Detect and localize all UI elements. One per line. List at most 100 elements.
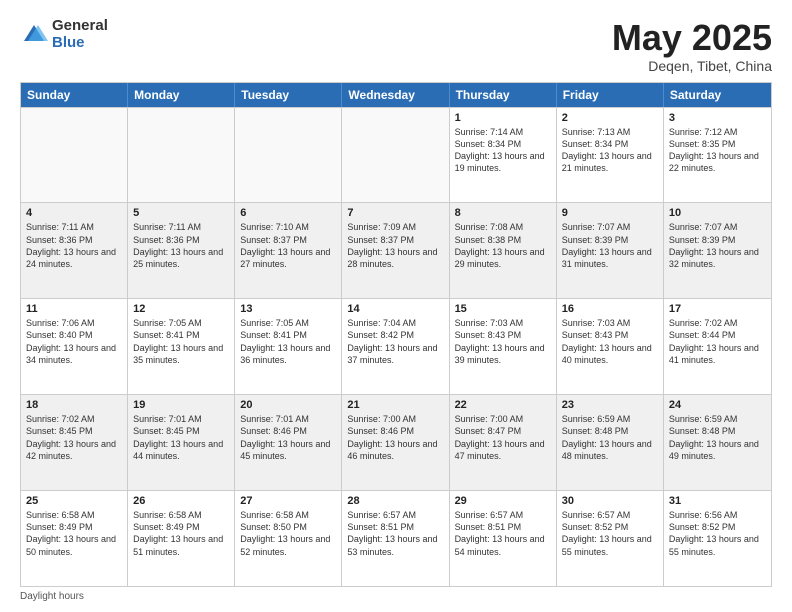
calendar: SundayMondayTuesdayWednesdayThursdayFrid… <box>20 82 772 587</box>
day-info: Sunrise: 6:56 AM Sunset: 8:52 PM Dayligh… <box>669 509 766 558</box>
day-info: Sunrise: 7:06 AM Sunset: 8:40 PM Dayligh… <box>26 317 122 366</box>
day-number: 7 <box>347 207 443 219</box>
day-number: 9 <box>562 207 658 219</box>
calendar-cell <box>342 108 449 203</box>
calendar-cell: 9 Sunrise: 7:07 AM Sunset: 8:39 PM Daylig… <box>557 203 664 298</box>
day-number: 24 <box>669 399 766 411</box>
day-info: Sunrise: 7:00 AM Sunset: 8:47 PM Dayligh… <box>455 413 551 462</box>
calendar-cell: 30 Sunrise: 6:57 AM Sunset: 8:52 PM Dayli… <box>557 491 664 586</box>
calendar-cell: 15Sunrise: 7:03 AM Sunset: 8:43 PM Dayli… <box>450 299 557 394</box>
calendar-header-cell: Monday <box>128 83 235 107</box>
day-info: Sunrise: 6:58 AM Sunset: 8:49 PM Dayligh… <box>133 509 229 558</box>
calendar-cell: 18Sunrise: 7:02 AM Sunset: 8:45 PM Dayli… <box>21 395 128 490</box>
day-info: Sunrise: 7:03 AM Sunset: 8:43 PM Dayligh… <box>562 317 658 366</box>
title-block: May 2025 Deqen, Tibet, China <box>612 18 772 74</box>
day-number: 25 <box>26 495 122 507</box>
calendar-cell: 23 Sunrise: 6:59 AM Sunset: 8:48 PM Dayli… <box>557 395 664 490</box>
day-number: 3 <box>669 112 766 124</box>
day-info: Sunrise: 7:08 AM Sunset: 8:38 PM Dayligh… <box>455 221 551 270</box>
day-number: 23 <box>562 399 658 411</box>
calendar-header-cell: Friday <box>557 83 664 107</box>
calendar-cell: 13Sunrise: 7:05 AM Sunset: 8:41 PM Dayli… <box>235 299 342 394</box>
day-number: 19 <box>133 399 229 411</box>
day-info: Sunrise: 7:00 AM Sunset: 8:46 PM Dayligh… <box>347 413 443 462</box>
day-number: 16 <box>562 303 658 315</box>
day-info: Sunrise: 7:05 AM Sunset: 8:41 PM Dayligh… <box>133 317 229 366</box>
day-number: 22 <box>455 399 551 411</box>
day-number: 6 <box>240 207 336 219</box>
calendar-cell: 19 Sunrise: 7:01 AM Sunset: 8:45 PM Dayli… <box>128 395 235 490</box>
day-number: 28 <box>347 495 443 507</box>
day-number: 4 <box>26 207 122 219</box>
day-number: 2 <box>562 112 658 124</box>
calendar-cell: 28 Sunrise: 6:57 AM Sunset: 8:51 PM Dayli… <box>342 491 449 586</box>
title-month: May 2025 <box>612 18 772 58</box>
calendar-row: 4 Sunrise: 7:11 AM Sunset: 8:36 PM Daylig… <box>21 202 771 298</box>
title-location: Deqen, Tibet, China <box>612 58 772 74</box>
day-info: Sunrise: 6:57 AM Sunset: 8:51 PM Dayligh… <box>347 509 443 558</box>
calendar-header-cell: Thursday <box>450 83 557 107</box>
calendar-header-cell: Wednesday <box>342 83 449 107</box>
day-number: 26 <box>133 495 229 507</box>
day-info: Sunrise: 7:07 AM Sunset: 8:39 PM Dayligh… <box>669 221 766 270</box>
day-number: 10 <box>669 207 766 219</box>
calendar-cell: 17Sunrise: 7:02 AM Sunset: 8:44 PM Dayli… <box>664 299 771 394</box>
calendar-cell: 7 Sunrise: 7:09 AM Sunset: 8:37 PM Daylig… <box>342 203 449 298</box>
day-number: 30 <box>562 495 658 507</box>
calendar-cell: 16 Sunrise: 7:03 AM Sunset: 8:43 PM Dayli… <box>557 299 664 394</box>
day-info: Sunrise: 7:13 AM Sunset: 8:34 PM Dayligh… <box>562 126 658 175</box>
day-number: 11 <box>26 303 122 315</box>
calendar-row: 1Sunrise: 7:14 AM Sunset: 8:34 PM Daylig… <box>21 107 771 203</box>
calendar-cell: 6 Sunrise: 7:10 AM Sunset: 8:37 PM Daylig… <box>235 203 342 298</box>
calendar-cell: 1Sunrise: 7:14 AM Sunset: 8:34 PM Daylig… <box>450 108 557 203</box>
calendar-row: 25 Sunrise: 6:58 AM Sunset: 8:49 PM Dayli… <box>21 490 771 586</box>
day-info: Sunrise: 6:59 AM Sunset: 8:48 PM Dayligh… <box>669 413 766 462</box>
page-header: General Blue May 2025 Deqen, Tibet, Chin… <box>20 18 772 74</box>
day-info: Sunrise: 7:07 AM Sunset: 8:39 PM Dayligh… <box>562 221 658 270</box>
day-number: 27 <box>240 495 336 507</box>
day-number: 31 <box>669 495 766 507</box>
calendar-cell: 20 Sunrise: 7:01 AM Sunset: 8:46 PM Dayli… <box>235 395 342 490</box>
calendar-header-cell: Tuesday <box>235 83 342 107</box>
calendar-cell: 25Sunrise: 6:58 AM Sunset: 8:49 PM Dayli… <box>21 491 128 586</box>
calendar-header-cell: Sunday <box>21 83 128 107</box>
calendar-cell: 26 Sunrise: 6:58 AM Sunset: 8:49 PM Dayli… <box>128 491 235 586</box>
logo: General Blue <box>20 18 108 51</box>
day-info: Sunrise: 7:02 AM Sunset: 8:45 PM Dayligh… <box>26 413 122 462</box>
calendar-cell: 8 Sunrise: 7:08 AM Sunset: 8:38 PM Daylig… <box>450 203 557 298</box>
calendar-cell: 5Sunrise: 7:11 AM Sunset: 8:36 PM Daylig… <box>128 203 235 298</box>
calendar-cell: 31 Sunrise: 6:56 AM Sunset: 8:52 PM Dayli… <box>664 491 771 586</box>
day-info: Sunrise: 7:11 AM Sunset: 8:36 PM Dayligh… <box>26 221 122 270</box>
day-info: Sunrise: 7:12 AM Sunset: 8:35 PM Dayligh… <box>669 126 766 175</box>
day-info: Sunrise: 7:14 AM Sunset: 8:34 PM Dayligh… <box>455 126 551 175</box>
day-number: 14 <box>347 303 443 315</box>
day-number: 21 <box>347 399 443 411</box>
day-info: Sunrise: 7:03 AM Sunset: 8:43 PM Dayligh… <box>455 317 551 366</box>
logo-blue-text: Blue <box>52 35 108 52</box>
day-info: Sunrise: 7:01 AM Sunset: 8:46 PM Dayligh… <box>240 413 336 462</box>
calendar-cell: 2 Sunrise: 7:13 AM Sunset: 8:34 PM Daylig… <box>557 108 664 203</box>
logo-icon <box>20 21 48 49</box>
day-number: 8 <box>455 207 551 219</box>
day-number: 20 <box>240 399 336 411</box>
day-info: Sunrise: 6:58 AM Sunset: 8:50 PM Dayligh… <box>240 509 336 558</box>
day-number: 12 <box>133 303 229 315</box>
day-info: Sunrise: 7:04 AM Sunset: 8:42 PM Dayligh… <box>347 317 443 366</box>
calendar-row: 11 Sunrise: 7:06 AM Sunset: 8:40 PM Dayli… <box>21 298 771 394</box>
day-info: Sunrise: 7:09 AM Sunset: 8:37 PM Dayligh… <box>347 221 443 270</box>
day-number: 5 <box>133 207 229 219</box>
calendar-cell: 14 Sunrise: 7:04 AM Sunset: 8:42 PM Dayli… <box>342 299 449 394</box>
day-info: Sunrise: 7:10 AM Sunset: 8:37 PM Dayligh… <box>240 221 336 270</box>
calendar-cell: 4 Sunrise: 7:11 AM Sunset: 8:36 PM Daylig… <box>21 203 128 298</box>
day-number: 29 <box>455 495 551 507</box>
calendar-cell: 24 Sunrise: 6:59 AM Sunset: 8:48 PM Dayli… <box>664 395 771 490</box>
logo-general-text: General <box>52 18 108 35</box>
calendar-cell: 22 Sunrise: 7:00 AM Sunset: 8:47 PM Dayli… <box>450 395 557 490</box>
calendar-row: 18Sunrise: 7:02 AM Sunset: 8:45 PM Dayli… <box>21 394 771 490</box>
day-number: 13 <box>240 303 336 315</box>
day-info: Sunrise: 7:01 AM Sunset: 8:45 PM Dayligh… <box>133 413 229 462</box>
day-info: Sunrise: 6:57 AM Sunset: 8:52 PM Dayligh… <box>562 509 658 558</box>
calendar-header: SundayMondayTuesdayWednesdayThursdayFrid… <box>21 83 771 107</box>
calendar-cell <box>128 108 235 203</box>
day-info: Sunrise: 6:59 AM Sunset: 8:48 PM Dayligh… <box>562 413 658 462</box>
